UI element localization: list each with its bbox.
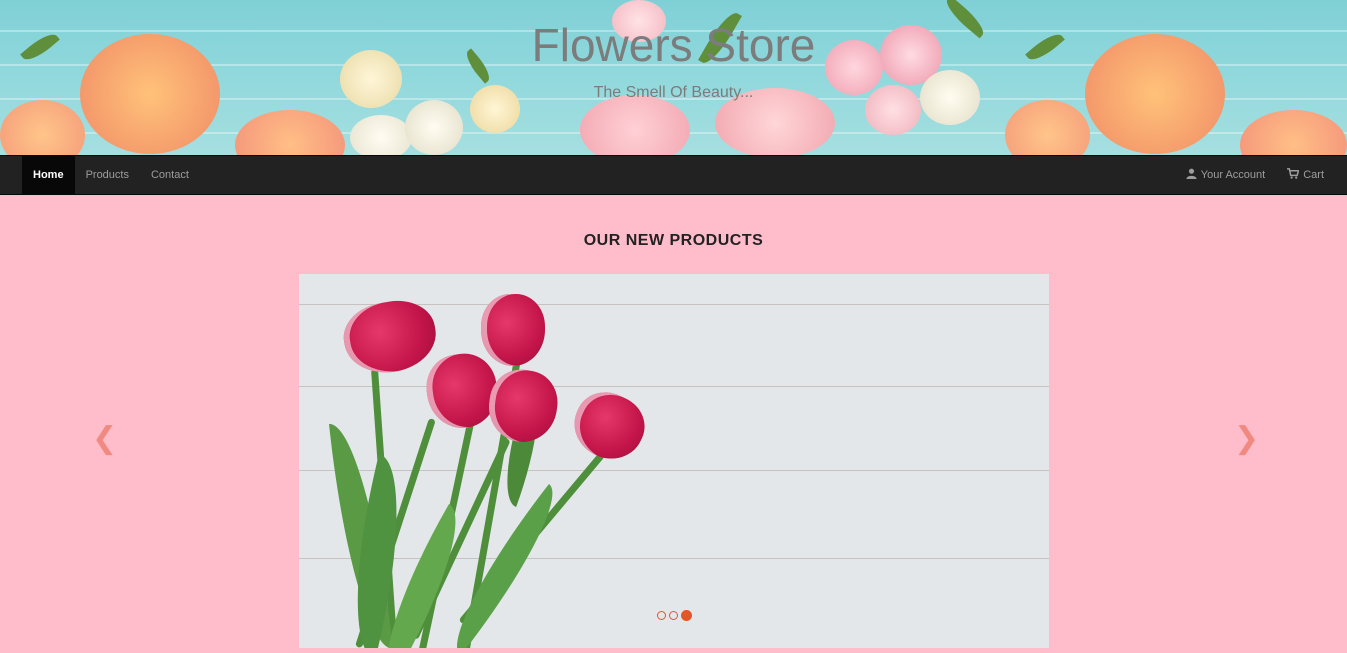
banner-flower-image — [580, 95, 690, 155]
cart-icon — [1287, 168, 1300, 182]
site-tagline: The Smell Of Beauty... — [593, 84, 754, 101]
chevron-right-icon: ❯ — [1234, 421, 1260, 456]
nav-item-cart[interactable]: Cart — [1276, 156, 1335, 194]
banner-flower-image — [405, 100, 463, 155]
nav-item-home[interactable]: Home — [22, 156, 75, 194]
banner-flower-image — [0, 100, 85, 155]
nav-item-label: Cart — [1303, 169, 1324, 181]
banner-flower-image — [235, 110, 345, 155]
product-carousel[interactable] — [299, 274, 1049, 648]
site-title: Flowers Store — [531, 19, 816, 71]
carousel-slide-image — [299, 274, 1049, 648]
nav-left-group: Home Products Contact — [22, 156, 200, 194]
carousel-indicator-1[interactable] — [657, 611, 666, 620]
header-banner: Flowers Store The Smell Of Beauty... — [0, 0, 1347, 155]
banner-flower-image — [1005, 100, 1090, 155]
section-title: OUR NEW PRODUCTS — [583, 232, 764, 249]
main-navbar: Home Products Contact Your Account Cart — [0, 155, 1347, 195]
nav-item-label: Your Account — [1200, 169, 1266, 181]
nav-item-label: Home — [33, 169, 64, 181]
banner-flower-image — [350, 115, 412, 155]
tulip-bloom — [563, 382, 655, 470]
user-icon — [1186, 168, 1197, 182]
tulip-bloom — [484, 365, 562, 447]
tulip-bloom — [338, 294, 442, 380]
carousel-indicator-3[interactable] — [681, 610, 692, 621]
banner-flower-image — [1240, 110, 1347, 155]
nav-item-account[interactable]: Your Account — [1175, 156, 1276, 194]
carousel-prev-button[interactable]: ❮ — [92, 421, 117, 456]
nav-item-label: Products — [85, 169, 129, 181]
carousel-indicator-2[interactable] — [669, 611, 678, 620]
tulip-bloom — [481, 294, 545, 366]
nav-item-label: Contact — [150, 169, 189, 181]
nav-item-contact[interactable]: Contact — [140, 156, 200, 194]
chevron-left-icon: ❮ — [92, 421, 118, 456]
nav-item-products[interactable]: Products — [75, 156, 140, 194]
main-content: OUR NEW PRODUCTS ❮ ❯ — [0, 195, 1347, 653]
carousel-next-button[interactable]: ❯ — [1234, 421, 1259, 456]
carousel-indicators — [657, 610, 692, 621]
nav-right-group: Your Account Cart — [1175, 156, 1335, 194]
